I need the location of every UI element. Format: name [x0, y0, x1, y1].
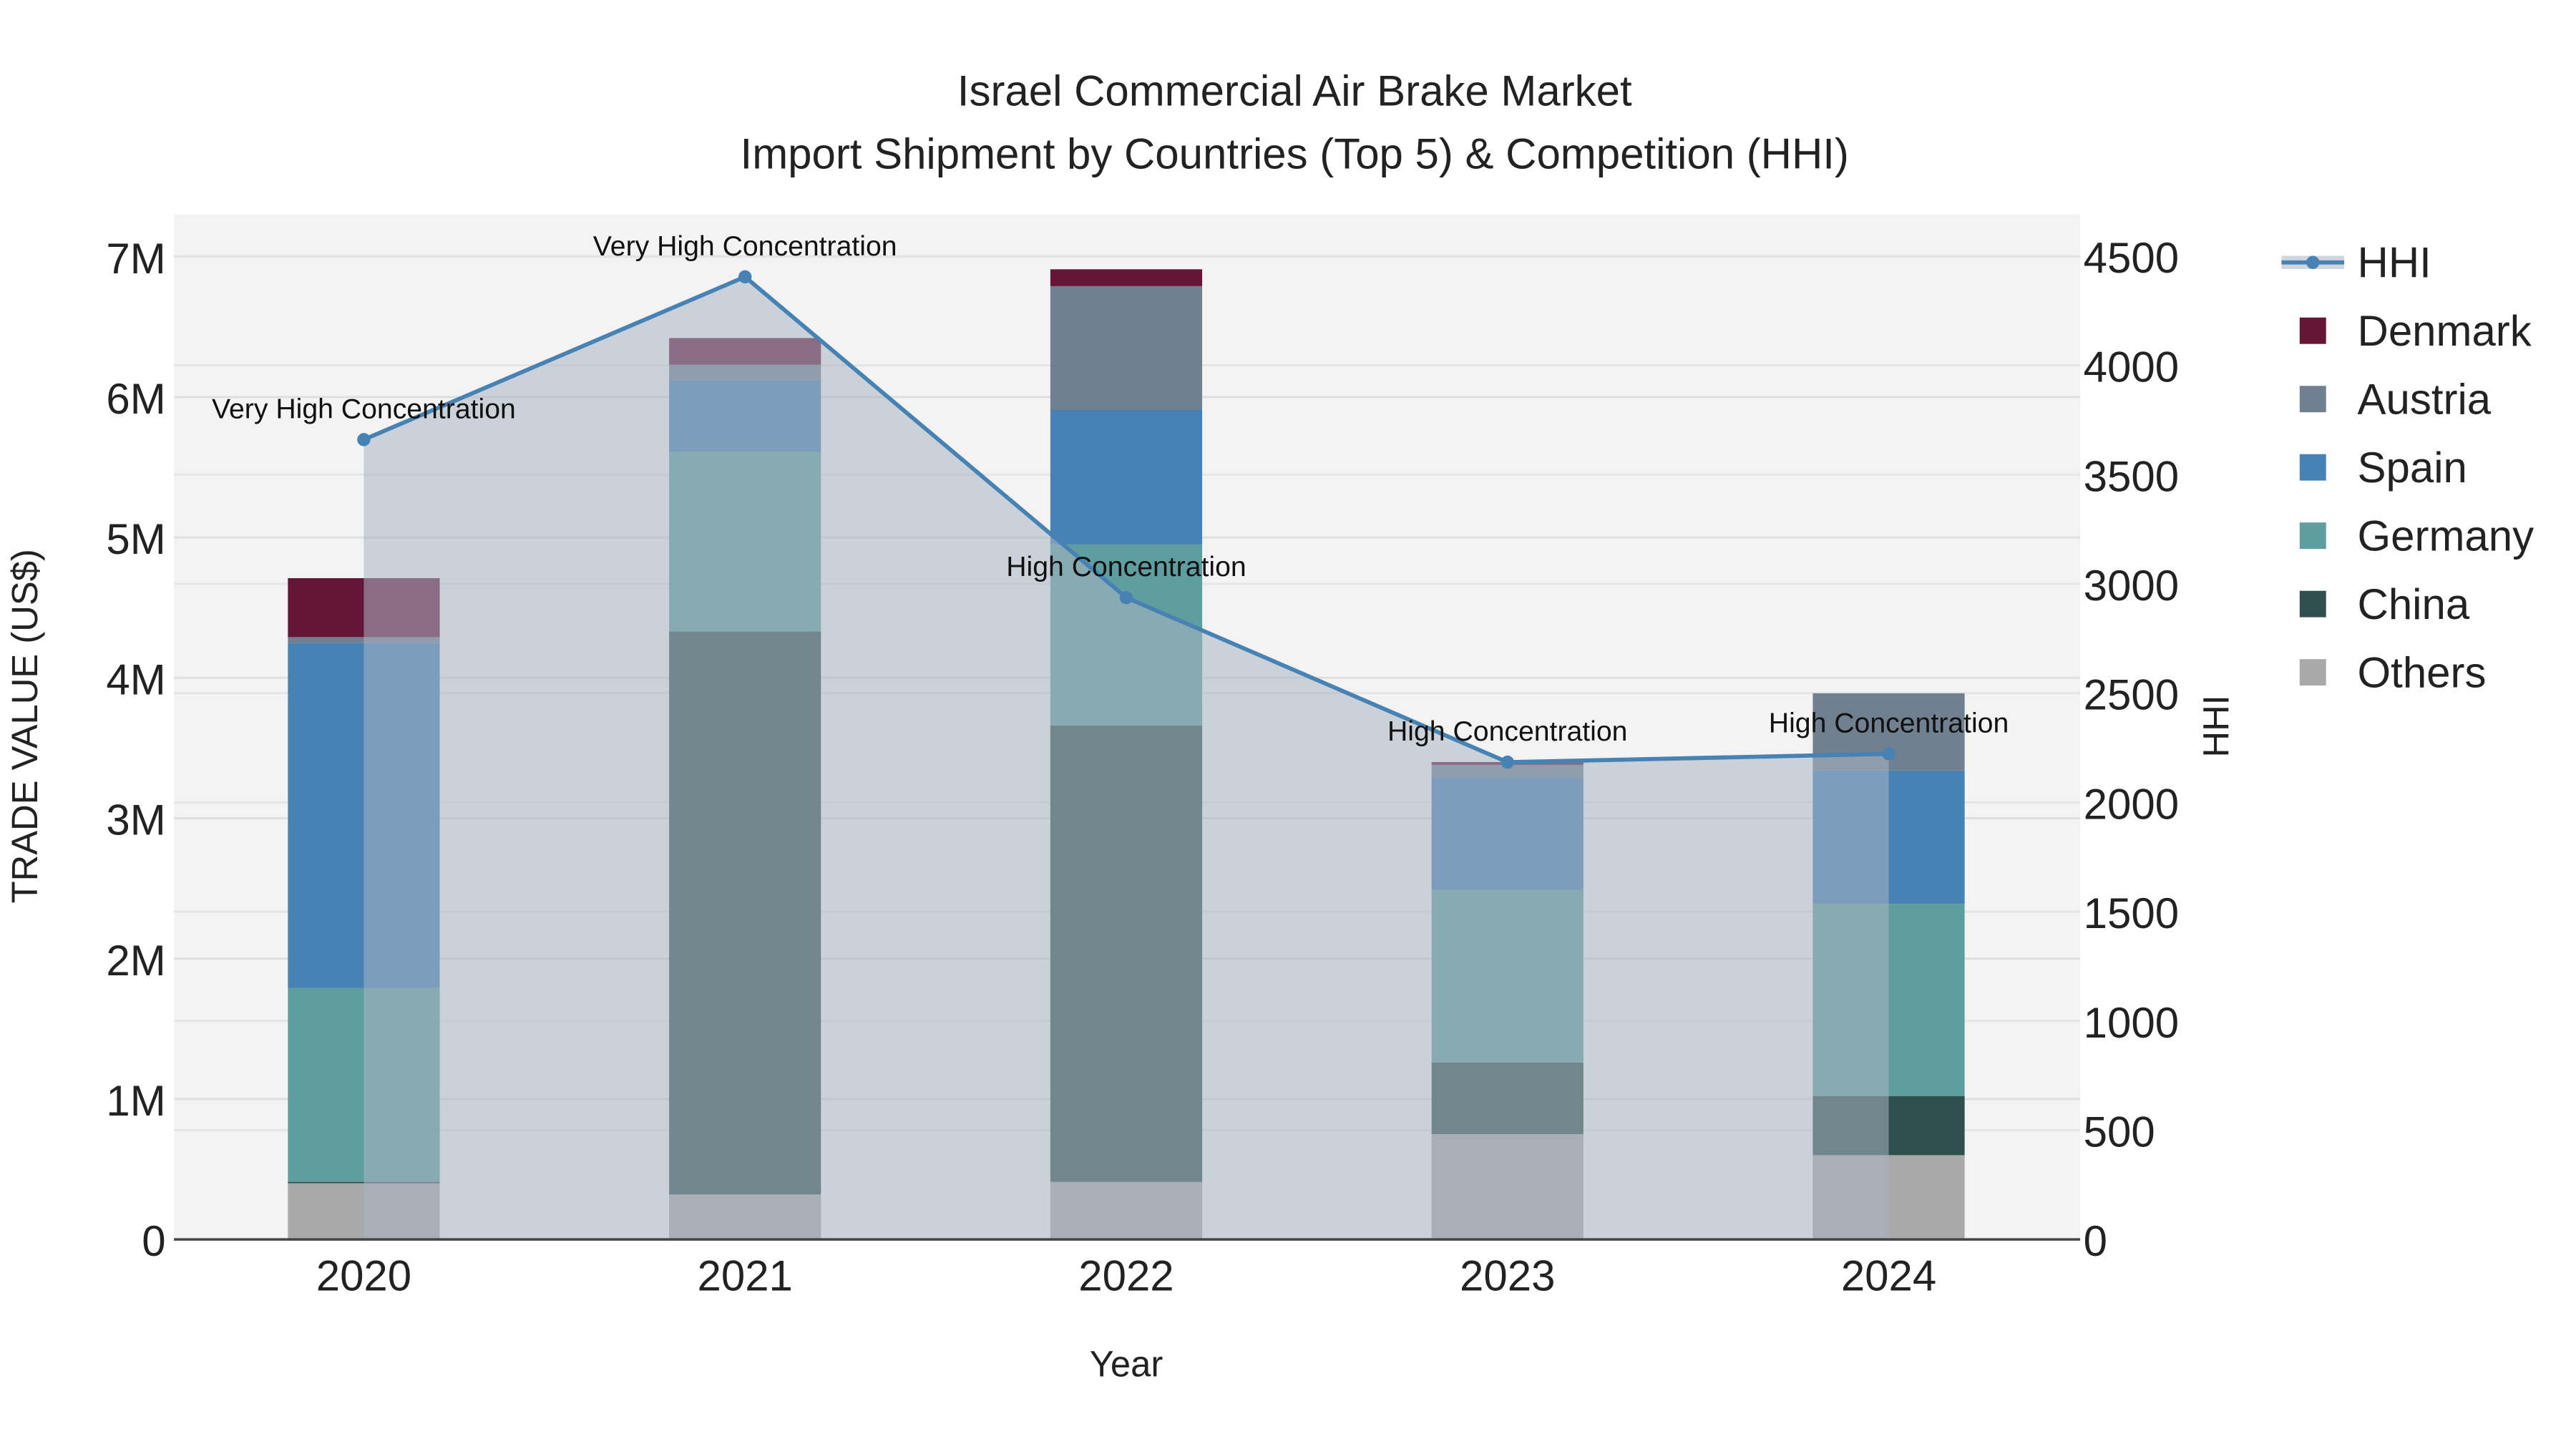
- y-tick-label: 4M: [106, 655, 165, 703]
- chart: Israel Commercial Air Brake Market Impor…: [1, 0, 2575, 1449]
- x-tick-label: 2020: [316, 1252, 411, 1300]
- legend-label: Others: [2358, 648, 2487, 696]
- y-tick-label: 6M: [106, 375, 165, 423]
- x-tick-label: 2023: [1460, 1252, 1555, 1300]
- y2-tick-label: 2000: [2084, 780, 2179, 828]
- legend-label: Spain: [2358, 444, 2467, 492]
- y2-tick-label: 4000: [2084, 343, 2179, 391]
- legend-swatch-austria: [2299, 386, 2326, 413]
- bar-spain-2022: [1050, 409, 1203, 545]
- legend-swatch-china: [2299, 590, 2326, 618]
- y-tick-label: 5M: [106, 515, 165, 563]
- y2-tick-label: 2500: [2084, 671, 2179, 719]
- y2-tick-label: 3000: [2084, 562, 2179, 610]
- hhi-point: [1501, 755, 1514, 769]
- legend-swatch-denmark: [2299, 317, 2326, 344]
- y-axis-title: TRADE VALUE (US$): [4, 549, 45, 903]
- bar-denmark-2022: [1050, 269, 1203, 286]
- x-tick-label: 2024: [1841, 1252, 1936, 1300]
- legend-hhi-marker: [2306, 255, 2320, 269]
- y2-tick-label: 1000: [2084, 999, 2179, 1047]
- y2-tick-label: 4500: [2084, 234, 2179, 282]
- y-tick-label: 2M: [106, 937, 165, 985]
- legend-label: Germany: [2358, 512, 2534, 560]
- legend-swatch-others: [2299, 659, 2326, 686]
- hhi-annotation: High Concentration: [1006, 552, 1246, 582]
- legend-swatch-germany: [2299, 522, 2326, 550]
- hhi-point: [1882, 747, 1896, 761]
- bar-austria-2022: [1050, 286, 1203, 410]
- x-tick-label: 2022: [1078, 1252, 1174, 1300]
- hhi-point: [738, 270, 752, 284]
- legend-label: China: [2358, 580, 2470, 628]
- hhi-annotation: Very High Concentration: [593, 231, 897, 262]
- y2-axis-title: HHI: [2196, 695, 2237, 757]
- legend-label: Denmark: [2358, 307, 2532, 355]
- y-tick-label: 3M: [106, 796, 165, 844]
- x-axis-title: Year: [1090, 1344, 1163, 1385]
- y-tick-label: 1M: [106, 1077, 165, 1125]
- x-tick-label: 2021: [698, 1252, 793, 1300]
- legend-label: HHI: [2358, 238, 2431, 286]
- legend-swatch-spain: [2299, 454, 2326, 481]
- chart-title: Israel Commercial Air Brake Market: [957, 67, 1632, 115]
- hhi-point: [357, 433, 371, 447]
- hhi-annotation: Very High Concentration: [212, 394, 516, 424]
- hhi-annotation: High Concentration: [1387, 716, 1627, 747]
- legend-label: Austria: [2358, 375, 2492, 423]
- chart-subtitle: Import Shipment by Countries (Top 5) & C…: [741, 130, 1849, 177]
- hhi-point: [1119, 590, 1133, 605]
- y2-tick-label: 500: [2084, 1108, 2155, 1156]
- y2-tick-label: 0: [2084, 1217, 2107, 1265]
- y2-tick-label: 3500: [2084, 452, 2179, 500]
- y-tick-label: 0: [142, 1217, 165, 1265]
- y2-tick-label: 1500: [2084, 889, 2179, 937]
- y-tick-label: 7M: [106, 235, 165, 283]
- hhi-annotation: High Concentration: [1769, 708, 2009, 739]
